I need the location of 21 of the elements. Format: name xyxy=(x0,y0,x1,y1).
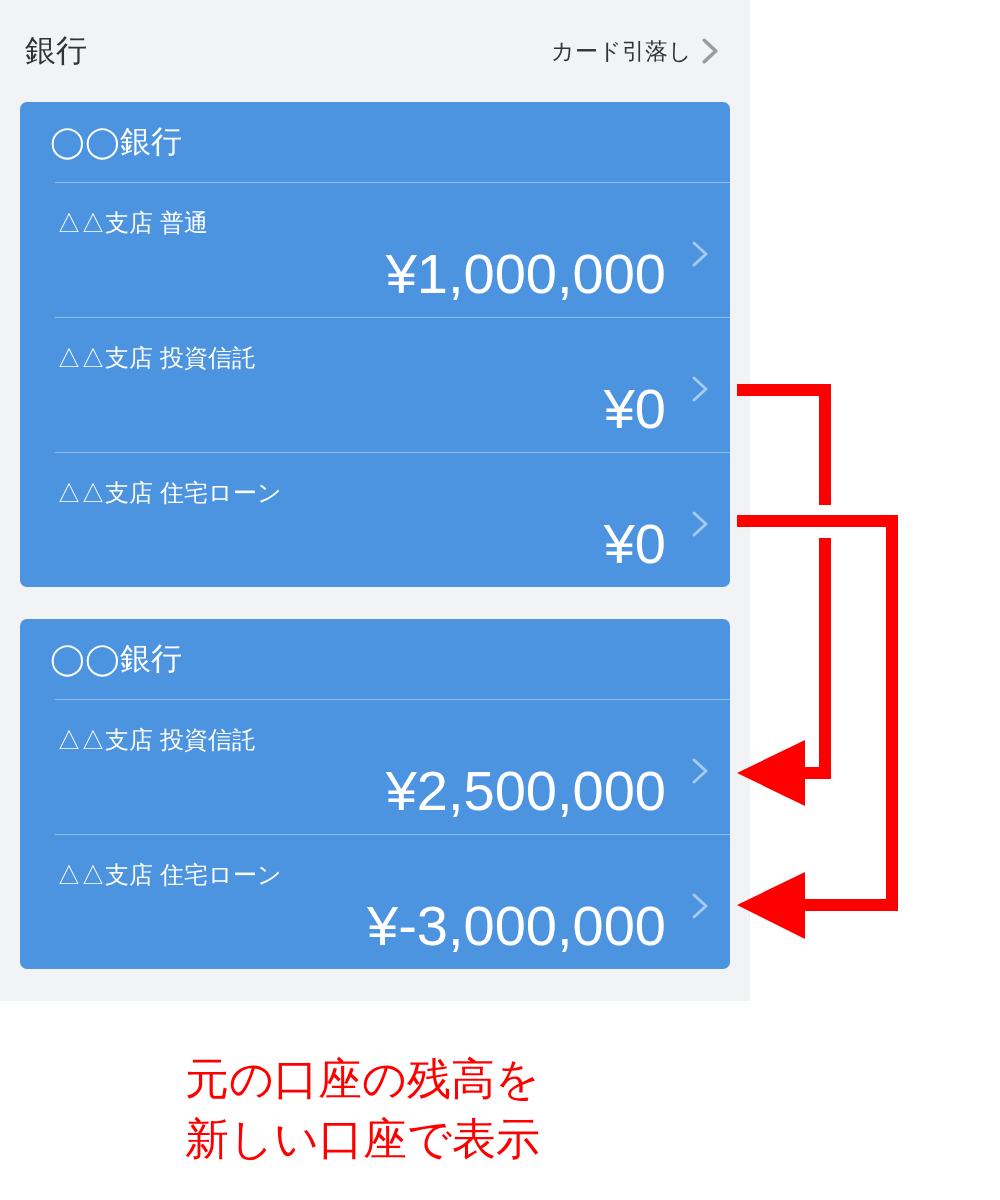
chevron-right-icon[interactable] xyxy=(692,241,708,267)
chevron-right-icon[interactable] xyxy=(692,511,708,537)
bank-name: ◯◯銀行 xyxy=(50,640,182,679)
chevron-right-icon[interactable] xyxy=(692,376,708,402)
account-name: △△支店 住宅ローン xyxy=(57,478,282,508)
account-balance: ¥2,500,000 xyxy=(385,763,666,819)
account-name: △△支店 普通 xyxy=(57,208,208,238)
card-debit-link[interactable]: カード引落し xyxy=(551,36,718,66)
bank-name: ◯◯銀行 xyxy=(50,123,182,162)
chevron-right-icon xyxy=(702,38,718,64)
account-balance: ¥-3,000,000 xyxy=(367,898,666,954)
account-balance: ¥1,000,000 xyxy=(385,246,666,302)
account-balance: ¥0 xyxy=(603,516,666,572)
account-name: △△支店 投資信託 xyxy=(57,725,256,755)
account-name: △△支店 投資信託 xyxy=(57,343,256,373)
section-title: 銀行 xyxy=(25,32,87,70)
account-name: △△支店 住宅ローン xyxy=(57,860,282,890)
account-balance: ¥0 xyxy=(603,381,666,437)
annotation-caption: 元の口座の残高を新しい口座で表示 xyxy=(185,1053,541,1165)
chevron-right-icon[interactable] xyxy=(692,893,708,919)
chevron-right-icon[interactable] xyxy=(692,758,708,784)
